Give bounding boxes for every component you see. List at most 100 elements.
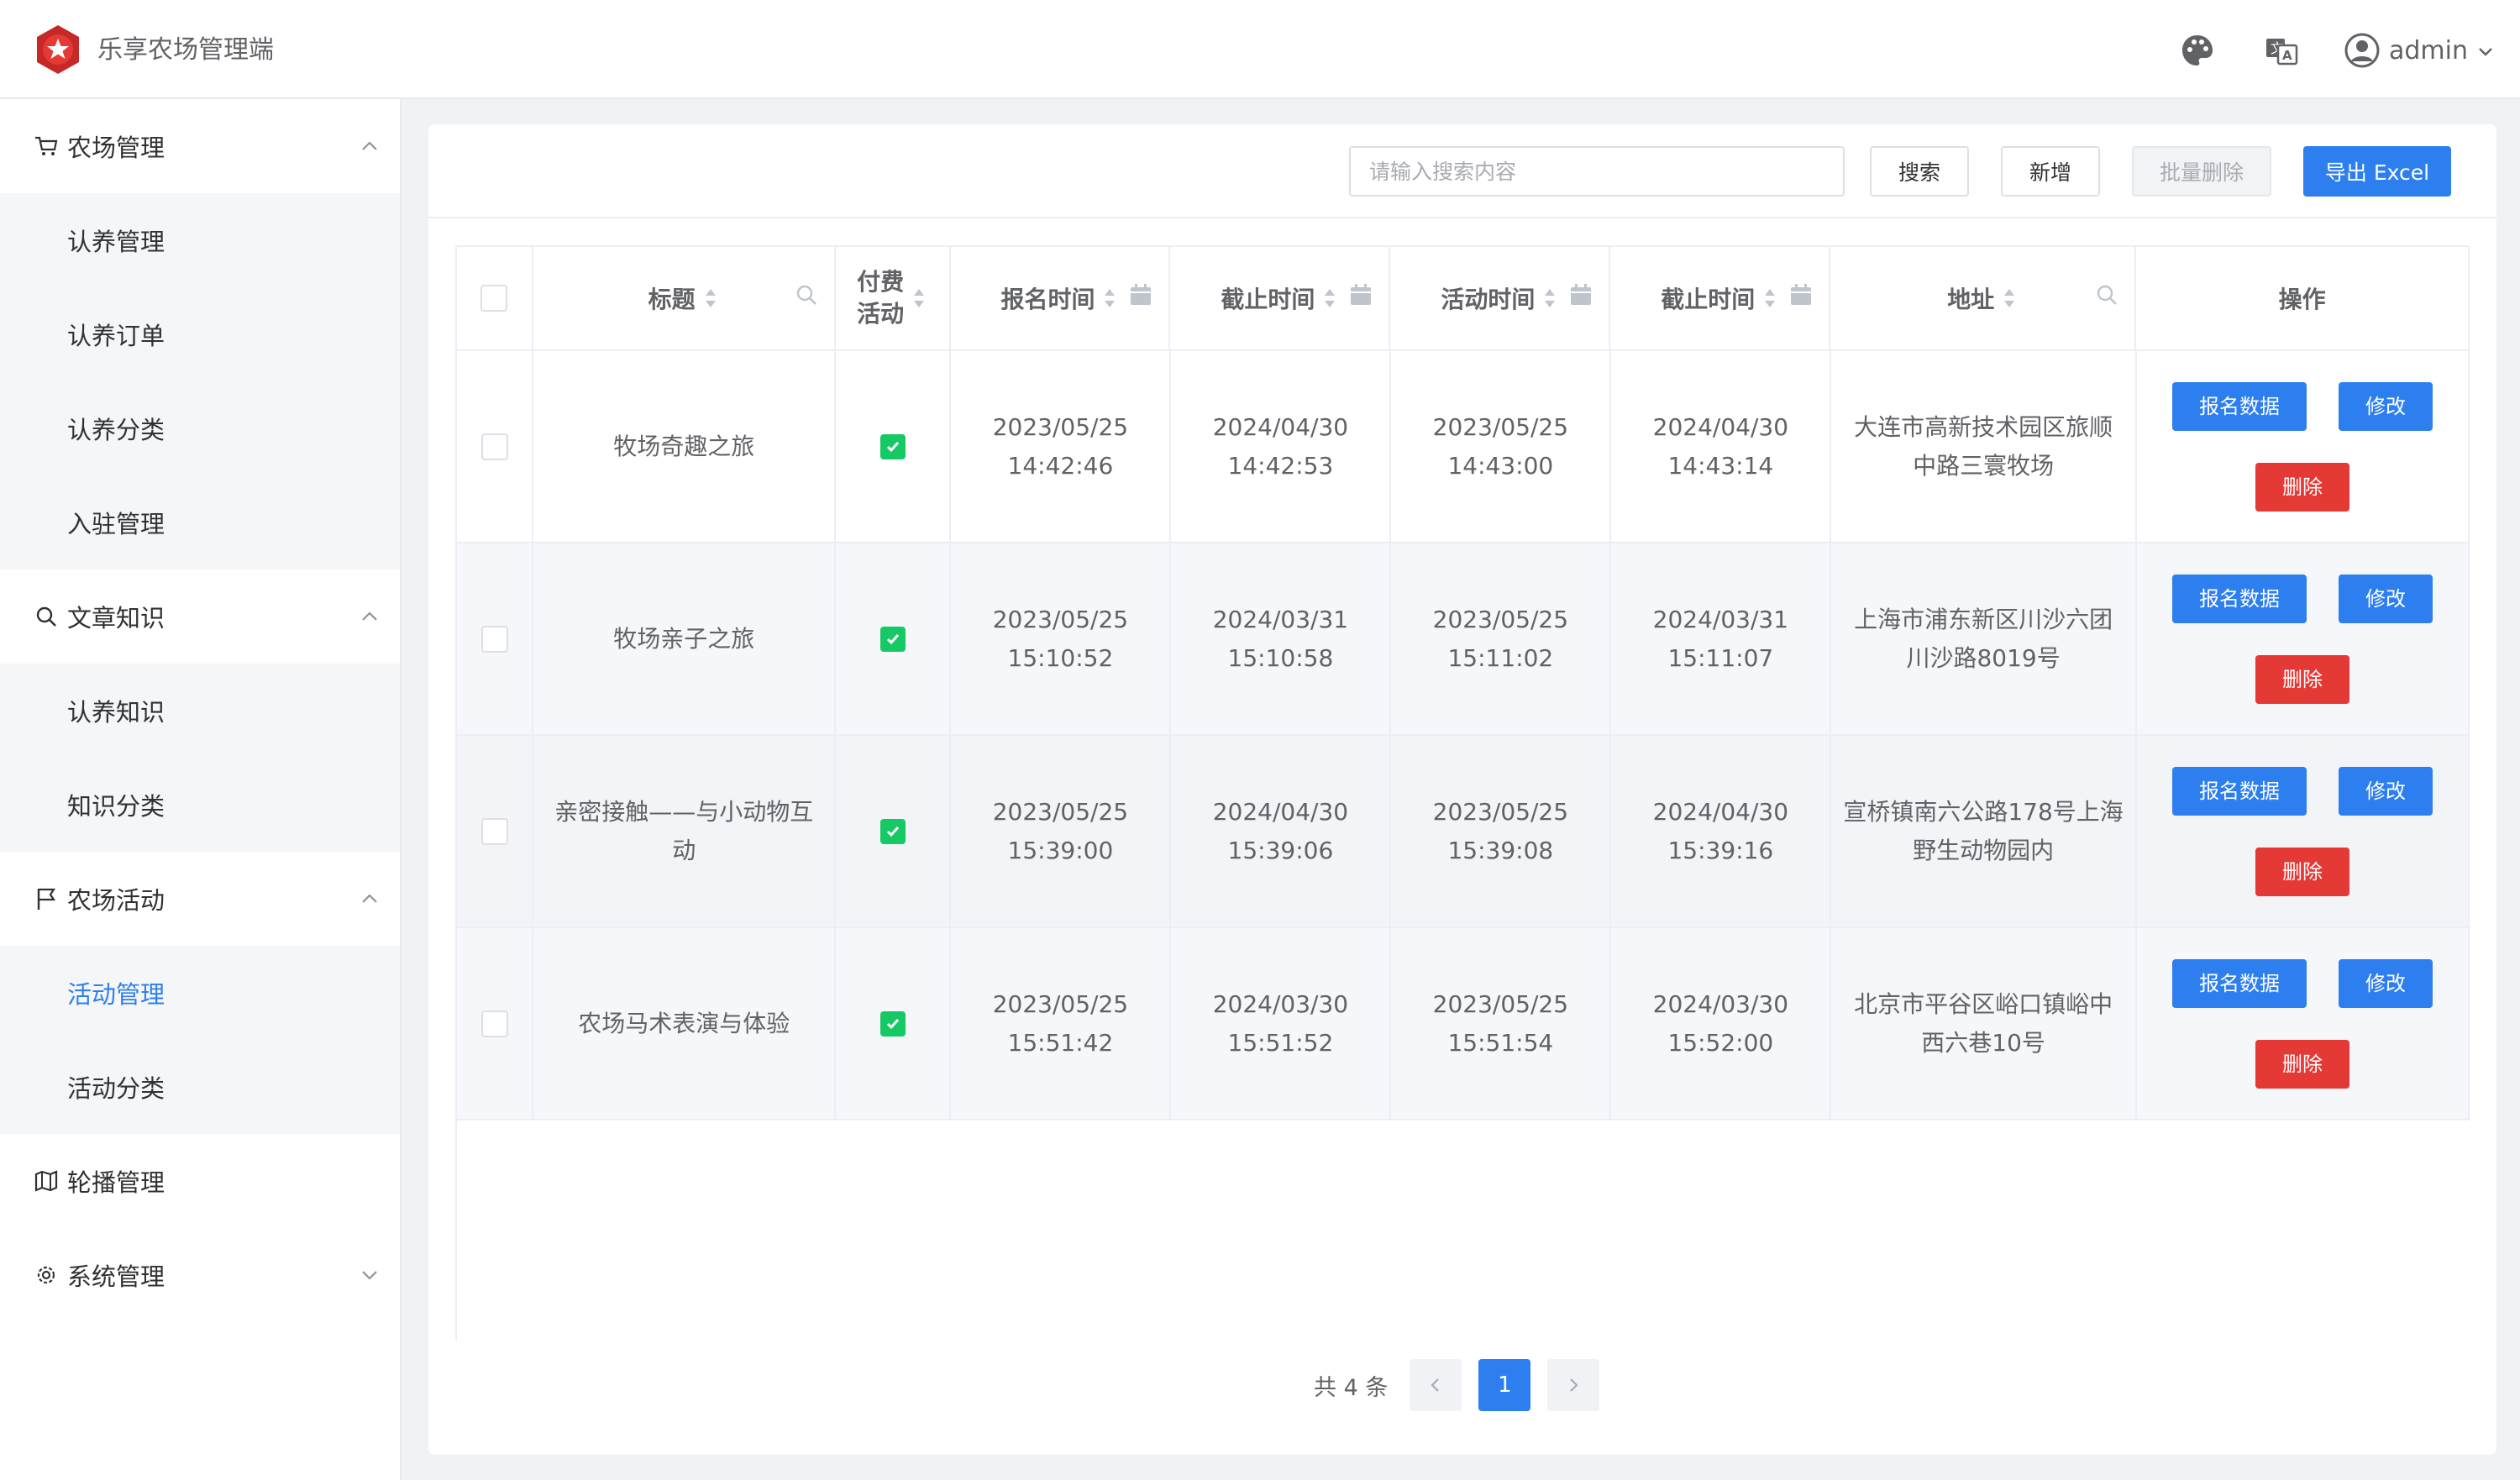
header-label: 截止时间: [1661, 286, 1756, 313]
paid-checked-icon: [879, 626, 906, 652]
header-signup-deadline[interactable]: 截止时间: [1170, 247, 1391, 351]
header-label: 地址: [1947, 286, 1995, 313]
date-text: 2024/03/31: [1212, 605, 1349, 633]
cell-signup-time: 2023/05/25 15:51:42: [951, 928, 1172, 1120]
header-actions: 操作: [2136, 247, 2470, 351]
row-checkbox[interactable]: [480, 625, 508, 653]
sidebar-menu: 农场管理 认养管理 认养订单 认养分类 入驻管理 文章知识 认养知识 知识分类 …: [0, 99, 402, 1480]
edit-button[interactable]: 修改: [2338, 381, 2433, 431]
sidebar-item-settle-manage[interactable]: 入驻管理: [0, 475, 400, 569]
sidebar-item-adopt-category[interactable]: 认养分类: [0, 381, 400, 475]
user-menu[interactable]: admin: [2344, 30, 2495, 71]
select-all-checkbox[interactable]: [480, 285, 508, 312]
cell-address: 上海市浦东新区川沙六团川沙路8019号: [1831, 543, 2137, 736]
delete-button[interactable]: 删除: [2255, 654, 2349, 704]
delete-button[interactable]: 删除: [2255, 847, 2349, 896]
signup-data-button[interactable]: 报名数据: [2171, 958, 2307, 1008]
menu-group-label: 农场活动: [67, 886, 165, 915]
clock-text: 15:10:58: [1227, 643, 1334, 672]
clock-text: 14:42:46: [1007, 451, 1114, 480]
menu-group-system[interactable]: 系统管理: [0, 1228, 400, 1322]
sidebar-item-adopt-manage[interactable]: 认养管理: [0, 193, 400, 287]
date-text: 2024/03/30: [1652, 989, 1789, 1018]
menu-group-label: 轮播管理: [67, 1168, 165, 1197]
cell-paid: [836, 543, 952, 736]
signup-data-button[interactable]: 报名数据: [2171, 574, 2307, 623]
date-text: 2023/05/25: [1432, 605, 1569, 633]
username: admin: [2389, 35, 2468, 66]
header-activity-deadline[interactable]: 截止时间: [1610, 247, 1831, 351]
calendar-icon[interactable]: [1128, 282, 1153, 307]
menu-group-activities[interactable]: 农场活动: [0, 852, 400, 946]
menu-group-farm[interactable]: 农场管理: [0, 99, 400, 193]
delete-button[interactable]: 删除: [2255, 1039, 2349, 1089]
clock-text: 15:51:54: [1447, 1028, 1554, 1057]
cell-title: 牧场奇趣之旅: [533, 351, 837, 543]
cell-activity-deadline: 2024/03/30 15:52:00: [1611, 928, 1832, 1120]
sort-icon[interactable]: [1761, 286, 1778, 311]
edit-button[interactable]: 修改: [2338, 574, 2433, 623]
header-address[interactable]: 地址: [1830, 247, 2137, 351]
header-select-all-cell: [457, 247, 533, 351]
sidebar-item-activity-manage[interactable]: 活动管理: [0, 946, 400, 1040]
prev-page-button[interactable]: [1410, 1359, 1462, 1411]
table-row: 农场马术表演与体验 2023/05/25 15:51:42 2024/03/30 1…: [457, 928, 2470, 1120]
next-page-button[interactable]: [1547, 1359, 1600, 1411]
signup-data-button[interactable]: 报名数据: [2171, 766, 2307, 816]
batch-delete-button[interactable]: 批量删除: [2132, 146, 2271, 197]
gear-icon: [37, 1266, 55, 1284]
sort-icon[interactable]: [702, 286, 719, 311]
row-select-cell: [457, 928, 534, 1120]
sort-icon[interactable]: [1101, 286, 1118, 311]
translate-icon[interactable]: 文 A: [2263, 32, 2300, 69]
main-card: 搜索 新增 批量删除 导出 Excel 标题 付费活动 报名时间: [428, 124, 2496, 1455]
sort-icon[interactable]: [1541, 286, 1558, 311]
header-activity-time[interactable]: 活动时间: [1390, 247, 1611, 351]
export-excel-button[interactable]: 导出 Excel: [2303, 146, 2451, 197]
header-signup-time[interactable]: 报名时间: [950, 247, 1171, 351]
calendar-icon[interactable]: [1568, 282, 1593, 307]
header-paid[interactable]: 付费 活动: [835, 247, 951, 351]
submenu-farm: 认养管理 认养订单 认养分类 入驻管理: [0, 193, 400, 569]
menu-group-carousel[interactable]: 轮播管理: [0, 1134, 400, 1228]
signup-data-button[interactable]: 报名数据: [2171, 381, 2307, 431]
sidebar-item-adopt-orders[interactable]: 认养订单: [0, 287, 400, 381]
sort-icon[interactable]: [911, 286, 927, 311]
search-icon[interactable]: [2094, 282, 2119, 307]
header-title[interactable]: 标题: [533, 247, 836, 351]
calendar-icon[interactable]: [1348, 282, 1373, 307]
date-text: 2023/05/25: [1432, 412, 1569, 441]
add-button[interactable]: 新增: [2001, 146, 2100, 197]
cell-signup-time: 2023/05/25 14:42:46: [951, 351, 1172, 543]
chevron-down-icon: [362, 1271, 377, 1280]
palette-icon[interactable]: [2179, 32, 2216, 69]
page-number-button[interactable]: 1: [1478, 1359, 1531, 1411]
cell-signup-deadline: 2024/03/31 15:10:58: [1171, 543, 1392, 736]
menu-group-articles[interactable]: 文章知识: [0, 569, 400, 664]
clock-text: 15:11:07: [1667, 643, 1774, 672]
logo-icon: [37, 25, 79, 74]
cell-actions: 报名数据 修改 删除: [2136, 928, 2470, 1120]
row-checkbox[interactable]: [480, 817, 508, 845]
clock-text: 15:39:06: [1227, 836, 1334, 864]
sidebar-item-activity-category[interactable]: 活动分类: [0, 1040, 400, 1134]
header-label-line: 付费: [857, 268, 905, 296]
sidebar-item-knowledge-category[interactable]: 知识分类: [0, 758, 400, 852]
sidebar-item-adopt-knowledge[interactable]: 认养知识: [0, 664, 400, 758]
row-checkbox[interactable]: [480, 433, 508, 460]
search-icon[interactable]: [794, 282, 819, 307]
search-button[interactable]: 搜索: [1870, 146, 1969, 197]
sort-icon[interactable]: [2001, 286, 2018, 311]
edit-button[interactable]: 修改: [2338, 766, 2433, 816]
cell-activity-time: 2023/05/25 14:43:00: [1391, 351, 1612, 543]
date-text: 2023/05/25: [992, 797, 1129, 826]
calendar-icon[interactable]: [1788, 282, 1814, 307]
search-input[interactable]: [1349, 146, 1845, 197]
clock-text: 15:10:52: [1007, 643, 1114, 672]
clock-text: 14:43:00: [1447, 451, 1554, 480]
row-checkbox[interactable]: [480, 1010, 508, 1037]
edit-button[interactable]: 修改: [2338, 958, 2433, 1008]
delete-button[interactable]: 删除: [2255, 462, 2349, 512]
cell-title: 牧场亲子之旅: [533, 543, 837, 736]
sort-icon[interactable]: [1321, 286, 1338, 311]
